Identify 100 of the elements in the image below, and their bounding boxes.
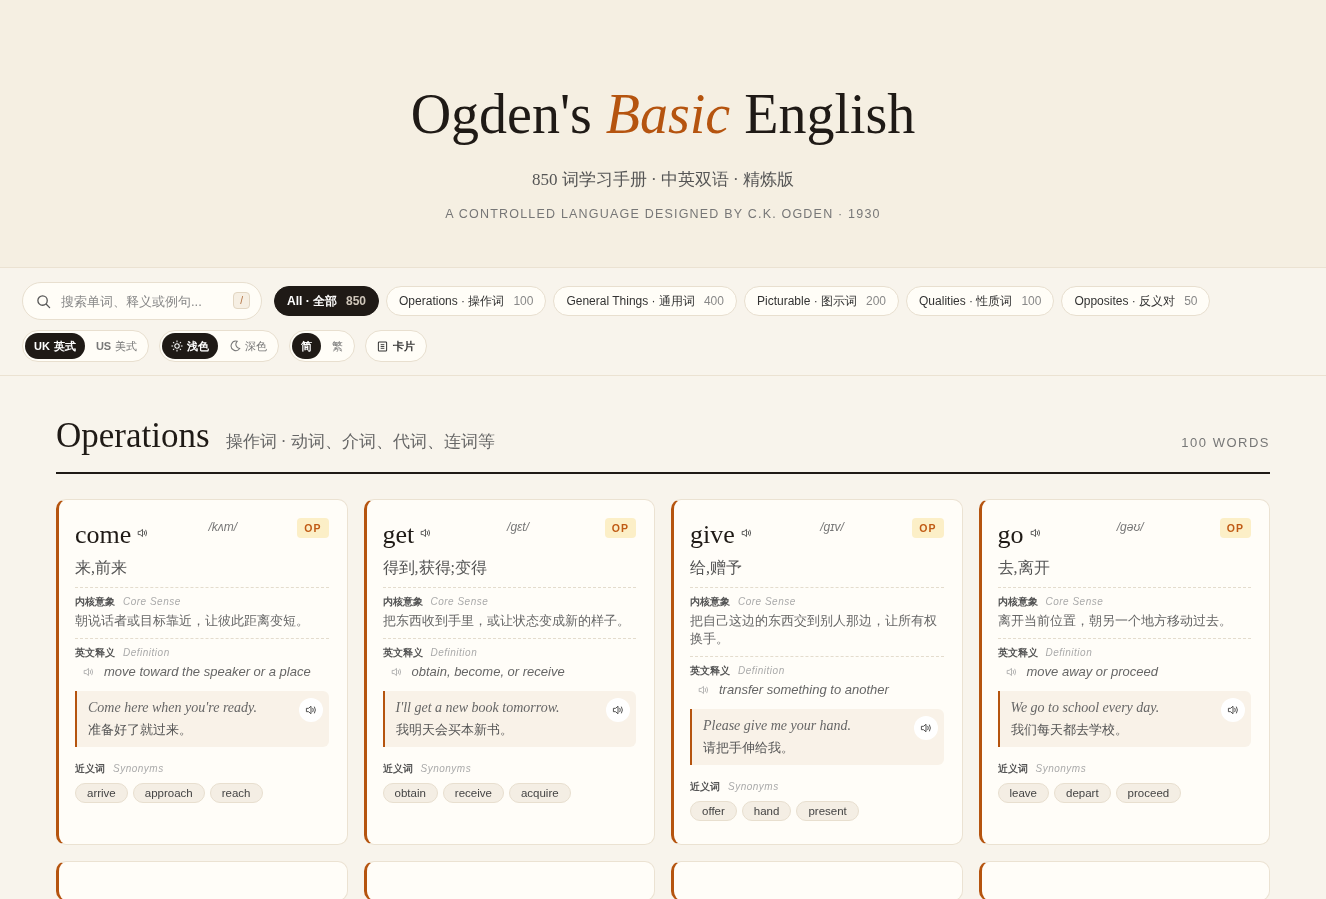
label: 英文释义 [690,664,730,678]
filter-chip[interactable]: General Things · 通用词 400 [553,286,737,316]
section-title: Operations [56,416,210,456]
filter-chip[interactable]: All · 全部 850 [274,286,380,316]
meaning: 去,离开 [997,558,1051,578]
word: come [75,519,132,551]
filter-chip[interactable]: Opposites · 反义对 50 [1061,286,1211,316]
word: give [690,519,735,551]
synonym-tag[interactable]: approach [132,783,205,803]
speaker-button[interactable] [298,698,323,722]
speaker-button[interactable] [1221,698,1245,722]
label: Definition [738,665,785,676]
label: Definition [123,647,170,658]
meaning: 来,前来 [75,558,128,578]
label: Core Sense [1045,596,1104,607]
meaning: 给,赠予 [690,558,743,578]
meaning: 得到,获得;变得 [382,558,488,578]
speaker-icon[interactable] [1029,528,1041,538]
phonetic: /gəʊ/ [1115,519,1146,534]
script-option[interactable]: 繁 [323,333,353,359]
word: go [997,519,1024,551]
label: Core Sense [738,596,796,607]
label: 英文释义 [997,646,1038,660]
label: 近义词 [382,762,413,776]
word: get [382,519,415,551]
moon-icon [229,340,242,352]
synonym-tag[interactable]: receive [442,783,504,803]
label: Synonyms [113,763,164,774]
phonetic: /kʌm/ [207,519,239,534]
synonym-tag[interactable]: proceed [1115,783,1182,803]
core-sense: 离开当前位置，朝另一个地方移动过去。 [997,613,1233,630]
filter-chip[interactable]: Picturable · 图示词 200 [743,286,900,316]
category-badge: OP [297,518,329,538]
accent-option[interactable]: US 美式 [86,333,147,359]
synonym-tag[interactable]: arrive [75,783,128,803]
label: Synonyms [1035,763,1087,774]
category-badge: OP [1219,518,1251,538]
synonym-tag[interactable]: obtain [382,783,438,803]
label: 内核意象 [382,595,423,609]
speaker-icon [919,723,932,733]
sun-icon [171,340,184,352]
synonym-tag[interactable]: present [796,801,859,821]
section-subtitle: 操作词 · 动词、介词、代词、连词等 [225,431,495,453]
example-translation: 请把手伸给我。 [703,740,795,757]
example-translation: 我明天会买本新书。 [395,722,514,739]
core-sense: 朝说话者或目标靠近，让彼此距离变短。 [75,613,310,630]
theme-option[interactable]: 深色 [220,333,277,359]
shortcut-key: / [233,292,250,309]
example-translation: 我们每天都去学校。 [1010,722,1129,739]
example-sentence: Please give me your hand. [703,718,853,734]
speaker-icon [1227,705,1239,715]
script-option[interactable]: 简 [292,333,322,359]
label: Synonyms [420,763,472,774]
search-icon [36,294,51,309]
category-badge: OP [604,518,636,538]
speaker-button[interactable] [606,698,630,722]
filter-chip[interactable]: Operations · 操作词 100 [386,286,547,316]
example-sentence: I'll get a new book tomorrow. [395,700,561,716]
label: 英文释义 [382,646,423,660]
label: 内核意象 [690,595,730,609]
view-button[interactable]: 卡片 [365,330,428,362]
label: 近义词 [690,780,720,794]
speaker-icon[interactable] [137,528,149,538]
speaker-icon [612,705,624,715]
accent-option[interactable]: UK 英式 [25,333,85,359]
label: Synonyms [728,781,779,792]
category-badge: OP [912,518,944,538]
label: Definition [1045,647,1093,658]
definition: move away or proceed [1026,664,1158,679]
core-sense: 把自己这边的东西交到别人那边，让所有权换手。 [690,613,938,648]
page-title: Ogden's Basic English [410,82,916,146]
example-sentence: Come here when you're ready. [88,700,258,716]
phonetic: /gɛt/ [505,519,531,534]
document-icon [377,340,389,352]
label: Core Sense [430,596,489,607]
speaker-icon[interactable] [420,528,432,538]
core-sense: 把东西收到手里，或让状态变成新的样子。 [382,613,631,630]
speaker-icon [304,705,317,715]
synonym-tag[interactable]: leave [997,783,1049,803]
label: 内核意象 [997,595,1038,609]
theme-option[interactable]: 浅色 [162,333,219,359]
synonym-tag[interactable]: hand [741,801,792,821]
phonetic: /gɪv/ [818,519,846,534]
filter-chip[interactable]: Qualities · 性质词 100 [906,286,1055,316]
speaker-button[interactable] [913,716,938,740]
definition: transfer something to another [719,682,889,697]
definition: obtain, become, or receive [411,664,565,679]
tagline: A CONTROLLED LANGUAGE DESIGNED BY C.K. OGDEN · 1930 [445,207,881,221]
label: Core Sense [123,596,181,607]
synonym-tag[interactable]: reach [209,783,263,803]
definition: move toward the speaker or a place [104,664,311,679]
example-sentence: We go to school every day. [1010,700,1161,716]
page-subtitle: 850 词学习手册 · 中英双语 · 精炼版 [531,169,795,191]
synonym-tag[interactable]: offer [690,801,737,821]
example-translation: 准备好了就过来。 [88,722,193,739]
synonym-tag[interactable]: acquire [508,783,571,803]
label: Definition [430,647,478,658]
speaker-icon[interactable] [740,528,752,538]
label: 近义词 [75,762,105,776]
synonym-tag[interactable]: depart [1054,783,1111,803]
